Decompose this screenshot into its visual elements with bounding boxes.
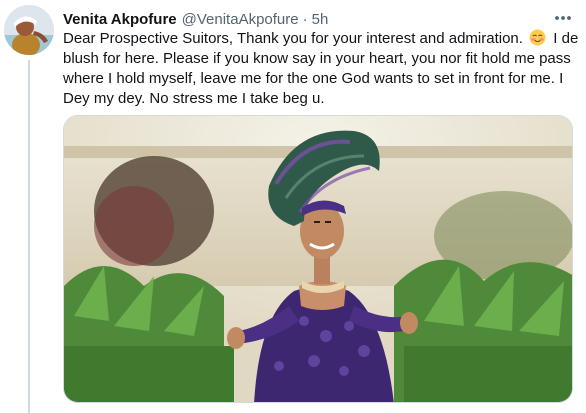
woman-in-purple-gele-photo-icon [64,116,572,402]
avatar[interactable] [4,5,54,55]
separator-dot: · [302,10,308,28]
author-handle[interactable]: @VenitaAkpofure [182,11,299,28]
thread-line [28,60,30,413]
timestamp[interactable]: 5h [312,11,329,28]
tweet-text: Dear Prospective Suitors, Thank you for … [63,29,581,109]
tweet-text-part1: Dear Prospective Suitors, Thank you for … [63,30,528,47]
tweet-header: Venita Akpofure @VenitaAkpofure · 5h [63,9,328,29]
more-dots-icon [555,16,571,20]
tweet[interactable]: Venita Akpofure @VenitaAkpofure · 5h Dea… [0,0,586,413]
author-display-name[interactable]: Venita Akpofure [63,11,177,28]
more-options-button[interactable] [553,10,573,26]
profile-photo-icon [4,5,54,55]
blushing-face-icon [529,29,546,46]
tweet-media-photo[interactable] [63,115,573,403]
